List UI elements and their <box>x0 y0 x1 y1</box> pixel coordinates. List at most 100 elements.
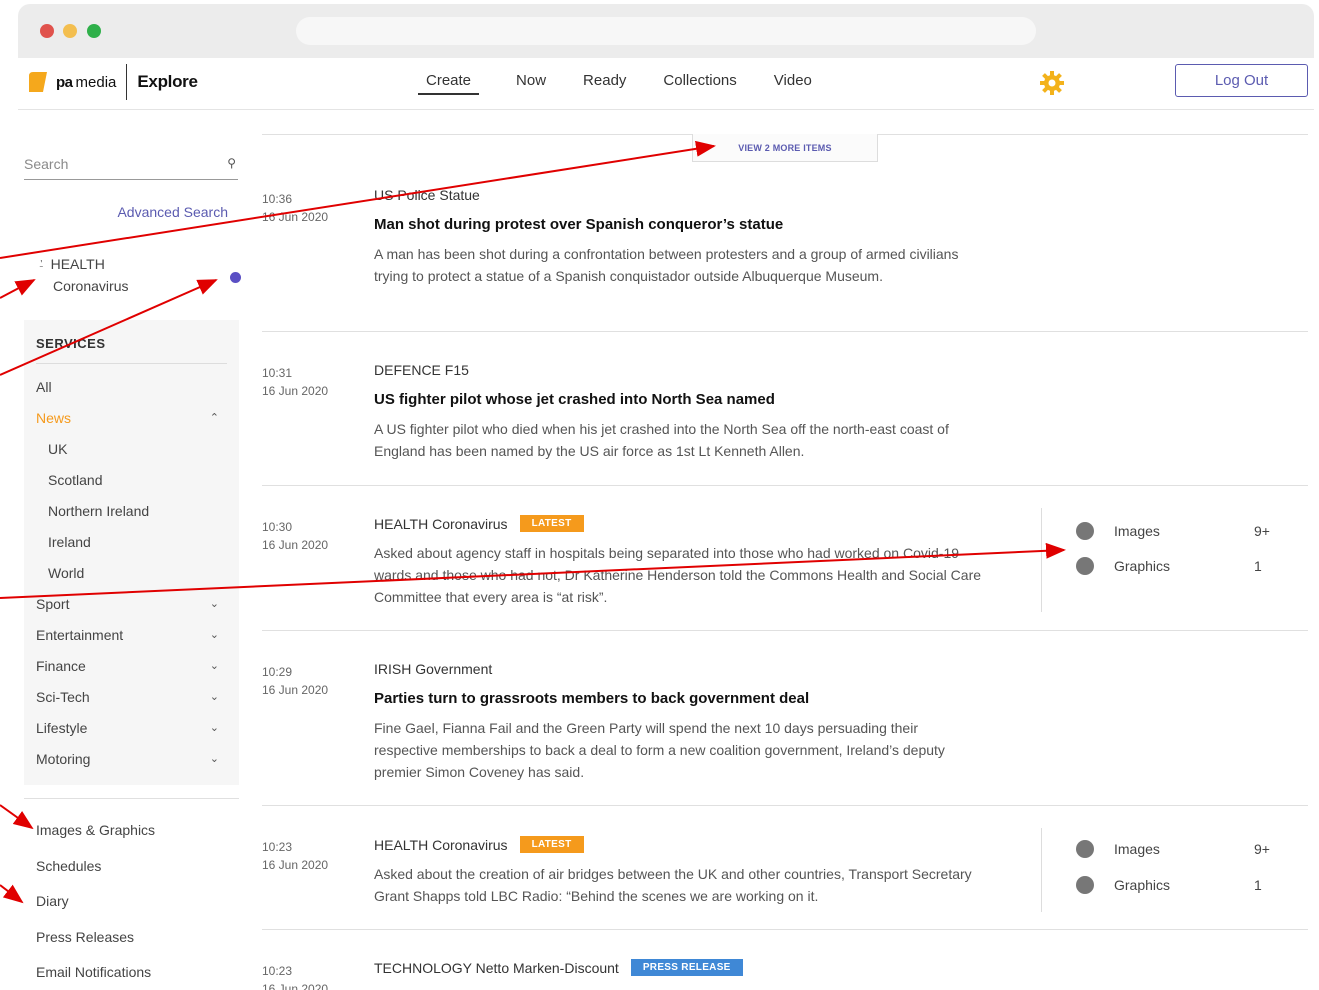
service-news-uk[interactable]: UK <box>36 434 227 465</box>
link-schedules[interactable]: Schedules <box>36 858 155 894</box>
media-images-row[interactable]: Images 9+ <box>1076 840 1306 858</box>
media-images-row[interactable]: Images 9+ <box>1076 522 1306 540</box>
item-headline[interactable]: Parties turn to grassroots members to ba… <box>374 690 809 707</box>
link-press-releases[interactable]: Press Releases <box>36 929 155 965</box>
chevron-down-icon[interactable]: ⌄ <box>210 651 219 682</box>
feed-item[interactable]: 10:31 16 Jun 2020 DEFENCE F15 US fighter… <box>262 332 1308 486</box>
item-summary: Fine Gael, Fianna Fail and the Green Par… <box>374 720 945 780</box>
item-summary: A US fighter pilot who died when his jet… <box>374 421 949 459</box>
chevron-down-icon[interactable]: ⌄ <box>210 589 219 620</box>
item-date: 16 Jun 2020 <box>262 858 329 872</box>
nav-collections[interactable]: Collections <box>663 72 736 95</box>
pa-media-explore-logo[interactable]: pa media Explore <box>26 64 198 100</box>
chevron-down-icon[interactable]: ⌄ <box>210 620 219 651</box>
graphics-icon <box>1076 876 1094 894</box>
media-images-label: Images <box>1114 841 1160 857</box>
link-diary[interactable]: Diary <box>36 893 155 929</box>
feed-item[interactable]: 10:30 16 Jun 2020 HEALTH Coronavirus LAT… <box>262 486 1308 631</box>
item-timestamp: 10:23 16 Jun 2020 <box>262 838 328 874</box>
advanced-search-link[interactable]: Advanced Search <box>104 204 228 220</box>
media-images-label: Images <box>1114 523 1160 539</box>
maximize-window-button[interactable] <box>87 24 101 38</box>
service-lifestyle[interactable]: Lifestyle ⌄ <box>36 713 227 744</box>
logo-media-text: media <box>75 73 117 91</box>
chevron-down-icon[interactable]: ⌄ <box>210 744 219 775</box>
address-bar[interactable] <box>296 17 1036 45</box>
item-timestamp: 10:36 16 Jun 2020 <box>262 190 328 226</box>
item-tag[interactable]: US Police Statue <box>374 187 480 203</box>
gear-icon[interactable] <box>1038 69 1066 97</box>
nav-video[interactable]: Video <box>774 72 812 95</box>
images-icon <box>1076 840 1094 858</box>
search-icon[interactable]: ⚲ <box>227 156 236 170</box>
item-tag[interactable]: TECHNOLOGY Netto Marken-Discount PRESS R… <box>374 959 743 976</box>
feed-item[interactable]: 10:23 16 Jun 2020 TECHNOLOGY Netto Marke… <box>262 930 1308 990</box>
latest-badge: LATEST <box>519 836 584 853</box>
item-tag-label[interactable]: HEALTH Coronavirus <box>374 837 508 853</box>
unread-indicator-dot <box>230 272 241 283</box>
item-summary: Asked about agency staff in hospitals be… <box>374 545 982 605</box>
service-news-scotland[interactable]: Scotland <box>36 465 227 496</box>
item-tag[interactable]: DEFENCE F15 <box>374 362 469 378</box>
service-news-northern-ireland[interactable]: Northern Ireland <box>36 496 227 527</box>
browser-window-chrome <box>18 4 1314 58</box>
item-time: 10:29 <box>262 665 293 679</box>
main-nav: Create Now Ready Collections Video <box>418 72 849 95</box>
close-window-button[interactable] <box>40 24 54 38</box>
service-sci-tech[interactable]: Sci-Tech ⌄ <box>36 682 227 713</box>
item-headline[interactable]: US fighter pilot whose jet crashed into … <box>374 391 775 408</box>
nav-ready[interactable]: Ready <box>583 72 626 95</box>
item-time: 10:36 <box>262 192 293 206</box>
sidebar-divider <box>24 798 239 799</box>
service-entertainment[interactable]: Entertainment ⌄ <box>36 620 227 651</box>
log-out-button[interactable]: Log Out <box>1175 64 1308 97</box>
annotation-arrow <box>0 279 36 299</box>
feed-item[interactable]: 10:36 16 Jun 2020 US Police Statue Man s… <box>262 162 1308 332</box>
chevron-down-icon[interactable]: ⌄ <box>210 682 219 713</box>
media-graphics-row[interactable]: Graphics 1 <box>1076 876 1306 894</box>
item-tag-label[interactable]: HEALTH Coronavirus <box>374 516 508 532</box>
service-news-world[interactable]: World <box>36 558 227 589</box>
nav-create[interactable]: Create <box>418 72 480 95</box>
feed-item[interactable]: 10:29 16 Jun 2020 IRISH Government Parti… <box>262 631 1308 806</box>
media-graphics-label: Graphics <box>1114 877 1171 893</box>
item-timestamp: 10:30 16 Jun 2020 <box>262 518 328 554</box>
item-tag[interactable]: HEALTH Coronavirus LATEST <box>374 836 584 853</box>
item-tag[interactable]: HEALTH Coronavirus LATEST <box>374 515 584 532</box>
service-sport[interactable]: Sport ⌄ <box>36 589 227 620</box>
item-tag[interactable]: IRISH Government <box>374 661 492 677</box>
media-graphics-row[interactable]: Graphics 1 <box>1076 557 1306 575</box>
item-timestamp: 10:29 16 Jun 2020 <box>262 663 328 699</box>
nav-now[interactable]: Now <box>516 72 546 95</box>
item-headline[interactable]: Man shot during protest over Spanish con… <box>374 216 783 233</box>
search-input[interactable] <box>24 152 204 176</box>
link-images-graphics[interactable]: Images & Graphics <box>36 822 155 858</box>
service-finance[interactable]: Finance ⌄ <box>36 651 227 682</box>
press-release-badge: PRESS RELEASE <box>630 959 743 976</box>
service-motoring[interactable]: Motoring ⌄ <box>36 744 227 775</box>
media-images-count: 9+ <box>1254 841 1270 857</box>
item-timestamp: 10:31 16 Jun 2020 <box>262 364 328 400</box>
service-news[interactable]: News ⌃ <box>36 403 227 434</box>
service-news-ireland[interactable]: Ireland <box>36 527 227 558</box>
view-more-items-button[interactable]: VIEW 2 MORE ITEMS <box>692 134 878 162</box>
link-email-notifications[interactable]: Email Notifications <box>36 964 155 990</box>
services-title: SERVICES <box>36 336 227 364</box>
pinned-category: HEALTH <box>50 256 105 272</box>
item-media-panel: Images 9+ Graphics 1 <box>1041 828 1308 912</box>
item-date: 16 Jun 2020 <box>262 538 329 552</box>
pin-icon: ⍘ <box>38 257 45 270</box>
item-time: 10:23 <box>262 964 293 978</box>
minimize-window-button[interactable] <box>63 24 77 38</box>
item-time: 10:31 <box>262 366 293 380</box>
item-tag-label[interactable]: TECHNOLOGY Netto Marken-Discount <box>374 960 619 976</box>
pinned-topic[interactable]: ⍘ HEALTH Coronavirus <box>38 256 241 294</box>
media-graphics-count: 1 <box>1254 877 1262 893</box>
feed-item[interactable]: 10:23 16 Jun 2020 HEALTH Coronavirus LAT… <box>262 806 1308 930</box>
service-all[interactable]: All <box>36 372 227 403</box>
item-timestamp: 10:23 16 Jun 2020 <box>262 962 328 990</box>
item-date: 16 Jun 2020 <box>262 982 329 990</box>
chevron-up-icon[interactable]: ⌃ <box>210 403 219 434</box>
pinned-topic-label: Coronavirus <box>53 278 129 294</box>
chevron-down-icon[interactable]: ⌄ <box>210 713 219 744</box>
